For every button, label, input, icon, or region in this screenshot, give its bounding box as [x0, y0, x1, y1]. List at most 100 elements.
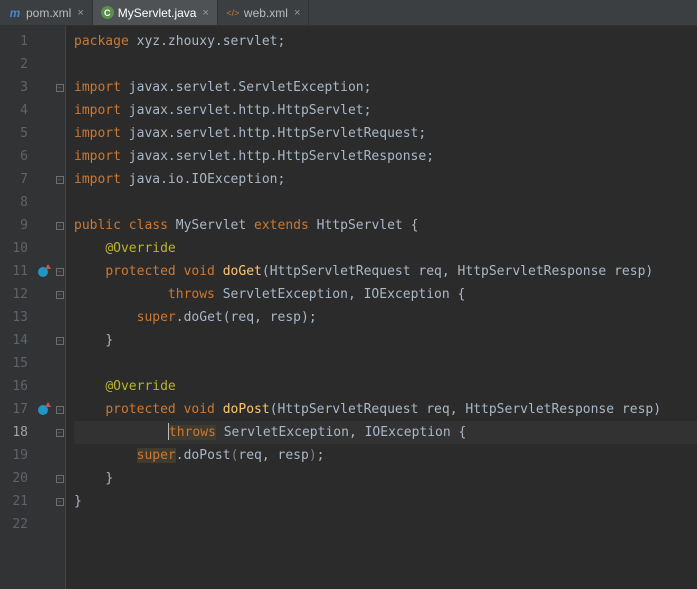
- fold-cell: [54, 145, 65, 168]
- code-line[interactable]: }: [74, 329, 697, 352]
- fold-cell[interactable]: −: [54, 214, 65, 237]
- line-number[interactable]: 10: [0, 237, 32, 260]
- code-token: [74, 264, 105, 279]
- fold-end-icon[interactable]: −: [56, 337, 64, 345]
- code-token: javax.servlet.ServletException: [129, 80, 364, 95]
- code-token: [74, 402, 105, 417]
- code-line[interactable]: [74, 191, 697, 214]
- fold-collapse-icon[interactable]: −: [56, 222, 64, 230]
- code-token: HttpServlet: [317, 218, 411, 233]
- code-token: HttpServletResponse: [458, 264, 615, 279]
- code-line[interactable]: [74, 53, 697, 76]
- fold-collapse-icon[interactable]: −: [56, 291, 64, 299]
- gutter-cell: [32, 352, 54, 375]
- code-token: }: [74, 494, 82, 509]
- code-line[interactable]: [74, 352, 697, 375]
- code-token: throws: [169, 425, 216, 440]
- fold-cell[interactable]: −: [54, 76, 65, 99]
- code-line[interactable]: import javax.servlet.http.HttpServlet;: [74, 99, 697, 122]
- close-icon[interactable]: ×: [202, 7, 208, 19]
- fold-toggle-icon[interactable]: −: [56, 84, 64, 92]
- close-icon[interactable]: ×: [294, 7, 300, 19]
- code-line[interactable]: import javax.servlet.http.HttpServletRes…: [74, 145, 697, 168]
- code-token: protected void: [105, 264, 222, 279]
- tab-pom-xml[interactable]: mpom.xml×: [0, 0, 93, 25]
- fold-cell[interactable]: −: [54, 260, 65, 283]
- gutter-cell: [32, 122, 54, 145]
- code-token: }: [105, 333, 113, 348]
- java-class-icon: C: [101, 6, 114, 19]
- fold-cell[interactable]: −: [54, 283, 65, 306]
- code-token: throws: [168, 287, 223, 302]
- tab-bar: mpom.xml×CMyServlet.java×</>web.xml×: [0, 0, 697, 26]
- line-number[interactable]: 15: [0, 352, 32, 375]
- code-line[interactable]: @Override: [74, 237, 697, 260]
- override-method-icon[interactable]: [38, 267, 48, 277]
- gutter-cell: [32, 398, 54, 421]
- fold-toggle-icon[interactable]: −: [56, 176, 64, 184]
- code-line[interactable]: public class MyServlet extends HttpServl…: [74, 214, 697, 237]
- fold-cell[interactable]: −: [54, 421, 65, 444]
- fold-collapse-icon[interactable]: −: [56, 406, 64, 414]
- line-number[interactable]: 17: [0, 398, 32, 421]
- fold-cell[interactable]: −: [54, 329, 65, 352]
- code-line[interactable]: super.doGet(req, resp);: [74, 306, 697, 329]
- code-token: ,: [442, 264, 458, 279]
- code-token: resp: [622, 402, 653, 417]
- line-number[interactable]: 9: [0, 214, 32, 237]
- code-token: req: [426, 402, 449, 417]
- code-line[interactable]: @Override: [74, 375, 697, 398]
- line-number[interactable]: 8: [0, 191, 32, 214]
- editor: 12345678910111213141516171819202122 −−−−…: [0, 26, 697, 589]
- code-line[interactable]: }: [74, 490, 697, 513]
- code-line[interactable]: protected void doGet(HttpServletRequest …: [74, 260, 697, 283]
- code-line[interactable]: import javax.servlet.ServletException;: [74, 76, 697, 99]
- line-number[interactable]: 3: [0, 76, 32, 99]
- gutter-cell: [32, 306, 54, 329]
- tab-MyServlet-java[interactable]: CMyServlet.java×: [93, 0, 218, 25]
- line-number[interactable]: 22: [0, 513, 32, 536]
- line-number[interactable]: 6: [0, 145, 32, 168]
- line-number[interactable]: 12: [0, 283, 32, 306]
- fold-end-icon[interactable]: −: [56, 498, 64, 506]
- fold-cell[interactable]: −: [54, 490, 65, 513]
- code-line[interactable]: protected void doPost(HttpServletRequest…: [74, 398, 697, 421]
- fold-gutter: − − − − − − − − − −: [54, 26, 66, 589]
- line-number[interactable]: 2: [0, 53, 32, 76]
- line-number[interactable]: 5: [0, 122, 32, 145]
- line-number[interactable]: 18: [0, 421, 32, 444]
- code-line[interactable]: super.doPost(req, resp);: [74, 444, 697, 467]
- code-line[interactable]: }: [74, 467, 697, 490]
- line-number[interactable]: 13: [0, 306, 32, 329]
- close-icon[interactable]: ×: [77, 7, 83, 19]
- code-line[interactable]: import java.io.IOException;: [74, 168, 697, 191]
- code-line[interactable]: [74, 513, 697, 536]
- line-number[interactable]: 1: [0, 30, 32, 53]
- code-line[interactable]: package xyz.zhouxy.servlet;: [74, 30, 697, 53]
- fold-cell[interactable]: −: [54, 467, 65, 490]
- fold-end-icon[interactable]: −: [56, 475, 64, 483]
- line-number[interactable]: 14: [0, 329, 32, 352]
- line-number[interactable]: 4: [0, 99, 32, 122]
- line-number[interactable]: 16: [0, 375, 32, 398]
- code-token: import: [74, 80, 129, 95]
- code-token: ;: [317, 448, 325, 463]
- fold-cell[interactable]: −: [54, 398, 65, 421]
- fold-collapse-icon[interactable]: −: [56, 268, 64, 276]
- code-area[interactable]: package xyz.zhouxy.servlet; import javax.…: [66, 26, 697, 589]
- code-line[interactable]: import javax.servlet.http.HttpServletReq…: [74, 122, 697, 145]
- line-number[interactable]: 7: [0, 168, 32, 191]
- tab-web-xml[interactable]: </>web.xml×: [218, 0, 309, 25]
- fold-cell: [54, 513, 65, 536]
- line-number[interactable]: 19: [0, 444, 32, 467]
- line-number[interactable]: 11: [0, 260, 32, 283]
- code-line[interactable]: throws ServletException, IOException {: [74, 283, 697, 306]
- fold-collapse-icon[interactable]: −: [56, 429, 64, 437]
- line-number[interactable]: 21: [0, 490, 32, 513]
- fold-cell[interactable]: −: [54, 168, 65, 191]
- line-number[interactable]: 20: [0, 467, 32, 490]
- code-line[interactable]: throws ServletException, IOException {: [74, 421, 697, 444]
- code-token: xyz.zhouxy.servlet: [137, 34, 278, 49]
- override-method-icon[interactable]: [38, 405, 48, 415]
- code-token: ;: [364, 80, 372, 95]
